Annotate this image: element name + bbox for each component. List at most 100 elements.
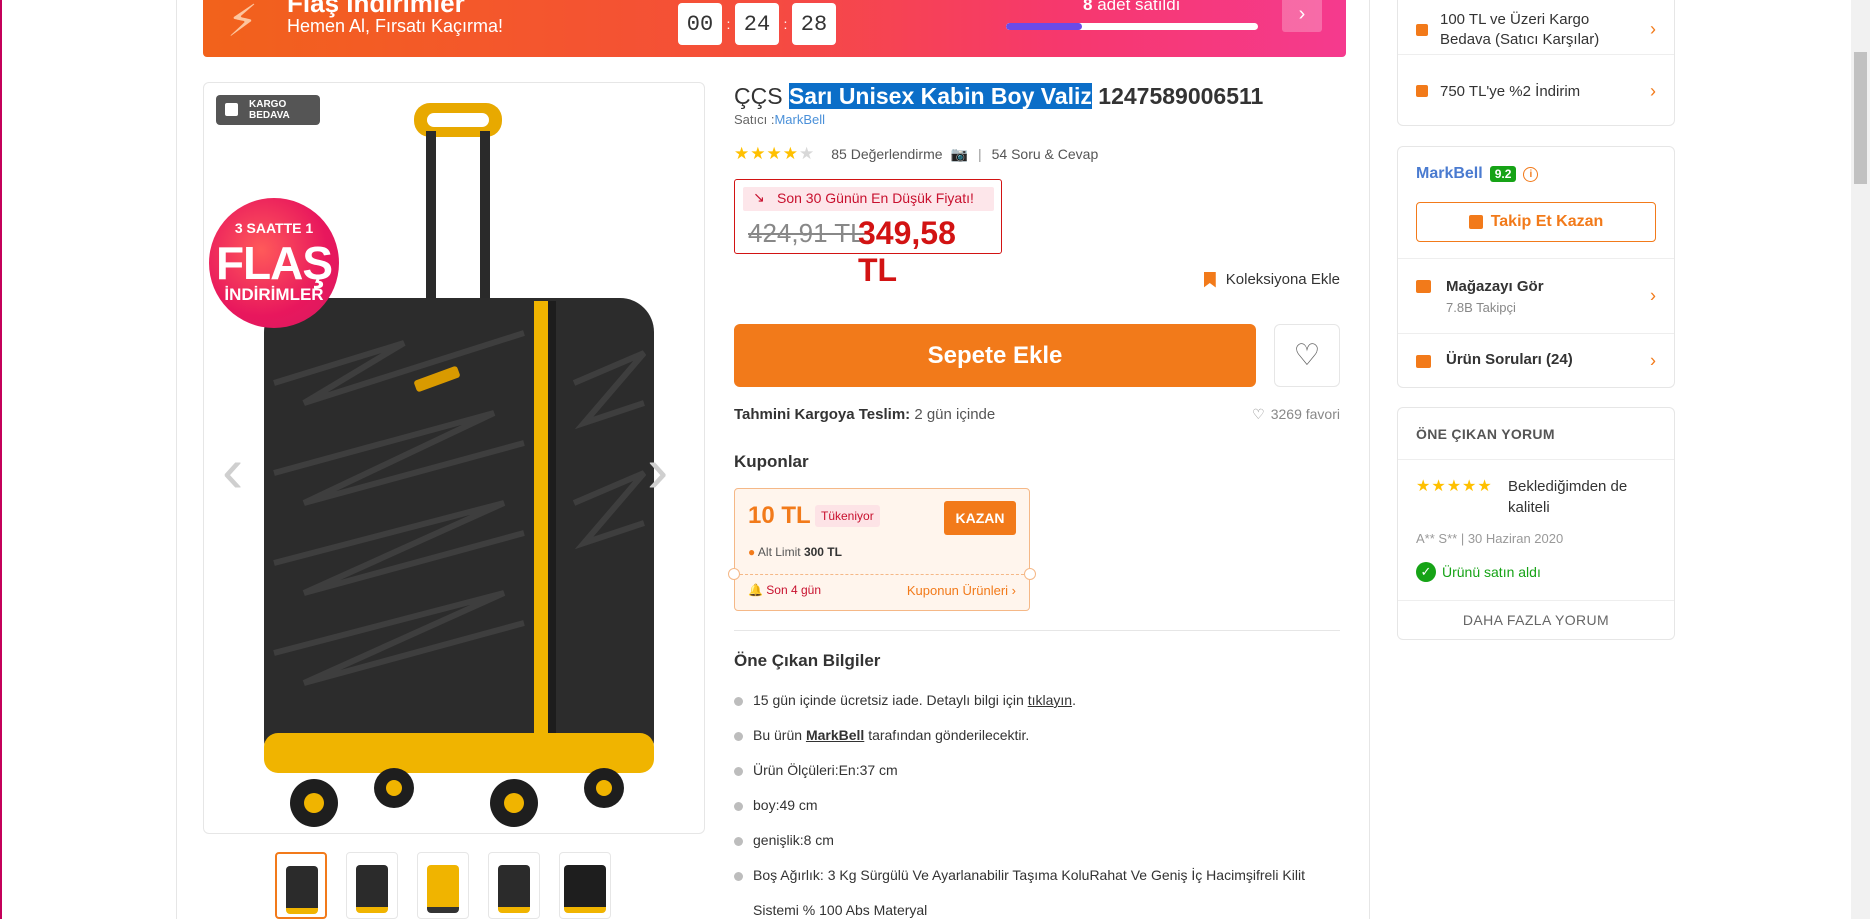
review-stars: ★★★★★ bbox=[1416, 478, 1492, 495]
divider bbox=[1398, 600, 1674, 601]
visit-store-row[interactable]: Mağazayı Gör 7.8B Takipçi › bbox=[1398, 258, 1674, 333]
chevron-left-icon[interactable]: ‹ bbox=[222, 433, 243, 507]
more-reviews-button[interactable]: DAHA FAZLA YORUM bbox=[1398, 612, 1674, 628]
timer-separator: : bbox=[726, 16, 731, 32]
feature-item: 15 gün içinde ücretsiz iade. Detaylı bil… bbox=[734, 683, 1340, 718]
product-image-gallery[interactable]: KARGO BEDAVA 3 SAATTE 1 FLAŞ İNDİRİMLER … bbox=[203, 82, 705, 834]
chat-icon bbox=[1416, 355, 1431, 368]
review-text: Beklediğimden de kaliteli bbox=[1508, 478, 1628, 516]
star-icon: ★ bbox=[766, 144, 782, 163]
feature-item: Boş Ağırlık: 3 Kg Sürgülü Ve Ayarlanabil… bbox=[734, 858, 1340, 919]
sold-progress-bar bbox=[1006, 23, 1258, 30]
follow-store-button[interactable]: Takip Et Kazan bbox=[1416, 202, 1656, 242]
coupon-products-link[interactable]: Kuponun Ürünleri › bbox=[907, 583, 1016, 598]
featured-review-card: ÖNE ÇIKAN YORUM ★★★★★ Beklediğimden de k… bbox=[1397, 407, 1675, 640]
chevron-right-icon: › bbox=[1650, 80, 1656, 101]
star-icon: ★ bbox=[750, 144, 766, 163]
rating-row: ★★★★★ 85 Değerlendirme 📷 | 54 Soru & Cev… bbox=[734, 144, 1098, 164]
return-info-link[interactable]: tıklayın bbox=[1028, 692, 1072, 708]
countdown-timer: 00 : 24 : 28 bbox=[678, 3, 836, 45]
rating-count-link[interactable]: 85 Değerlendirme bbox=[831, 146, 942, 162]
sold-count: 8 adet satıldı bbox=[1083, 0, 1181, 14]
chevron-right-icon: › bbox=[1650, 285, 1656, 306]
box-icon bbox=[225, 103, 238, 116]
product-brand: ÇÇS bbox=[734, 83, 783, 109]
scrollbar-thumb[interactable] bbox=[1854, 52, 1867, 184]
review-meta: A** S** | 30 Haziran 2020 bbox=[1416, 531, 1564, 546]
store-name[interactable]: MarkBell 9.2 i bbox=[1416, 165, 1539, 183]
divider bbox=[734, 630, 1340, 631]
thumbnail[interactable] bbox=[488, 852, 540, 919]
star-icon: ★ bbox=[799, 144, 815, 163]
chevron-right-icon: › bbox=[1650, 19, 1656, 39]
thumbnail-strip bbox=[275, 852, 611, 919]
features-list: 15 gün içinde ücretsiz iade. Detaylı bil… bbox=[734, 683, 1340, 919]
window-edge bbox=[0, 0, 2, 919]
feature-item: boy:49 cm bbox=[734, 788, 1340, 823]
chevron-right-icon: › bbox=[1650, 350, 1656, 371]
lowest-price-badge: ↘ Son 30 Günün En Düşük Fiyatı! bbox=[743, 187, 994, 211]
review-heading: ÖNE ÇIKAN YORUM bbox=[1416, 426, 1555, 442]
old-price: 424,91 TL bbox=[748, 218, 865, 248]
product-image bbox=[264, 103, 654, 827]
flash-subtitle: Hemen Al, Fırsatı Kaçırma! bbox=[287, 16, 504, 36]
coupon-notch bbox=[728, 568, 740, 580]
star-icon: ★ bbox=[734, 144, 750, 163]
bell-icon: 🔔 bbox=[748, 583, 763, 597]
follower-count: 7.8B Takipçi bbox=[1446, 300, 1516, 315]
heart-icon[interactable]: ♡ bbox=[1274, 324, 1340, 387]
product-name: Sarı Unisex Kabin Boy Valiz bbox=[788, 83, 1092, 109]
chevron-right-icon[interactable]: › bbox=[1282, 0, 1322, 32]
coupon-notch bbox=[1024, 568, 1036, 580]
flash-sale-sticker: 3 SAATTE 1 FLAŞ İNDİRİMLER bbox=[209, 198, 339, 328]
thumbnail[interactable] bbox=[559, 852, 611, 919]
coupon-days-left: 🔔 Son 4 gün bbox=[748, 583, 822, 597]
coupons-heading: Kuponlar bbox=[734, 452, 809, 471]
box-icon bbox=[1416, 23, 1428, 36]
coupon-limit: ● Alt Limit 300 TL bbox=[748, 545, 842, 559]
add-to-collection-button[interactable]: Koleksiyona Ekle bbox=[1203, 271, 1340, 288]
feature-item: genişlik:8 cm bbox=[734, 823, 1340, 858]
divider: | bbox=[977, 146, 982, 162]
current-price: 349,58 TL bbox=[858, 215, 956, 288]
product-questions-row[interactable]: Ürün Soruları (24) › bbox=[1398, 333, 1674, 388]
divider bbox=[1398, 459, 1674, 460]
verified-purchase: ✓ Ürünü satın aldı bbox=[1416, 562, 1541, 582]
rating-stars: ★★★★★ bbox=[734, 144, 815, 164]
claim-coupon-button[interactable]: KAZAN bbox=[944, 501, 1016, 535]
sold-progress-fill bbox=[1006, 23, 1082, 30]
thumbnail[interactable] bbox=[417, 852, 469, 919]
tag-icon bbox=[1416, 85, 1428, 97]
timer-minutes: 24 bbox=[735, 3, 779, 45]
lightning-icon: ⚡ bbox=[227, 0, 258, 46]
info-icon[interactable]: i bbox=[1523, 166, 1539, 182]
flash-sale-banner[interactable]: ⚡ Flaş İndirimler Hemen Al, Fırsatı Kaçı… bbox=[203, 0, 1346, 57]
promotions-card: 100 TL ve Üzeri Kargo Bedava (Satıcı Kar… bbox=[1397, 0, 1675, 126]
trend-down-icon: ↘ bbox=[753, 189, 765, 205]
seller-link[interactable]: MarkBell bbox=[774, 112, 825, 127]
coupon-card: 10 TL Tükeniyor KAZAN ● Alt Limit 300 TL… bbox=[728, 488, 1036, 611]
store-score-badge: 9.2 bbox=[1489, 166, 1517, 182]
delivery-estimate: Tahmini Kargoya Teslim: 2 gün içinde bbox=[734, 406, 996, 423]
gift-icon bbox=[1468, 215, 1483, 229]
seller-link[interactable]: MarkBell bbox=[806, 727, 864, 743]
free-shipping-promo[interactable]: 100 TL ve Üzeri Kargo Bedava (Satıcı Kar… bbox=[1398, 5, 1674, 55]
timer-separator: : bbox=[783, 16, 788, 32]
store-card: MarkBell 9.2 i Takip Et Kazan Mağazayı G… bbox=[1397, 146, 1675, 388]
product-title: ÇÇS Sarı Unisex Kabin Boy Valiz 12475890… bbox=[734, 83, 1263, 110]
coupon-status-badge: Tükeniyor bbox=[815, 505, 880, 527]
thumbnail[interactable] bbox=[275, 852, 327, 919]
discount-promo[interactable]: 750 TL'ye %2 İndirim › bbox=[1398, 65, 1674, 117]
star-icon: ★ bbox=[782, 144, 798, 163]
features-heading: Öne Çıkan Bilgiler bbox=[734, 651, 881, 670]
thumbnail[interactable] bbox=[346, 852, 398, 919]
price-box: ↘ Son 30 Günün En Düşük Fiyatı! 424,91 T… bbox=[734, 179, 1002, 288]
page-scrollbar[interactable] bbox=[1851, 0, 1870, 919]
add-to-cart-button[interactable]: Sepete Ekle bbox=[734, 324, 1256, 387]
store-icon bbox=[1416, 280, 1431, 293]
check-icon: ✓ bbox=[1416, 562, 1436, 582]
feature-item: Ürün Ölçüleri:En:37 cm bbox=[734, 753, 1340, 788]
qa-link[interactable]: 54 Soru & Cevap bbox=[992, 146, 1099, 162]
coupon-divider bbox=[735, 574, 1029, 575]
chevron-right-icon[interactable]: › bbox=[647, 433, 668, 507]
